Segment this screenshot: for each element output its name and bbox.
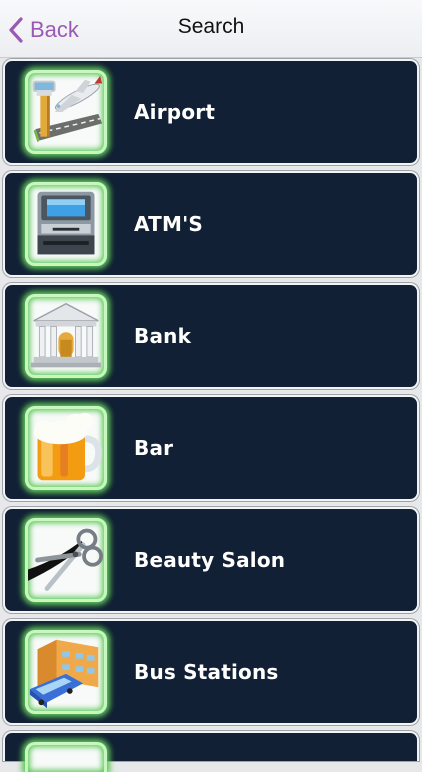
list-item-label: Beauty Salon bbox=[134, 548, 286, 572]
list-item-label: Airport bbox=[134, 100, 216, 124]
beer-mug-icon bbox=[25, 406, 107, 490]
navigation-bar: Back Search bbox=[0, 0, 422, 58]
atm-icon bbox=[25, 182, 107, 266]
bank-icon bbox=[25, 294, 107, 378]
list-item-partial[interactable] bbox=[3, 731, 419, 772]
list-item-bank[interactable]: Bank bbox=[3, 283, 419, 389]
list-item-label: ATM'S bbox=[134, 212, 203, 236]
list-item-atm[interactable]: ATM'S bbox=[3, 171, 419, 277]
category-icon bbox=[25, 742, 107, 772]
list-item-airport[interactable]: Airport bbox=[3, 59, 419, 165]
list-item-label: Bank bbox=[134, 324, 192, 348]
airport-icon bbox=[25, 70, 107, 154]
bus-station-icon bbox=[25, 630, 107, 714]
list-item-bus-stations[interactable]: Bus Stations bbox=[3, 619, 419, 725]
page-title: Search bbox=[177, 15, 245, 38]
scissors-icon bbox=[25, 518, 107, 602]
list-item-beauty-salon[interactable]: Beauty Salon bbox=[3, 507, 419, 613]
list-item-label: Bar bbox=[134, 436, 174, 460]
list-item-bar[interactable]: Bar bbox=[3, 395, 419, 501]
list-item-label: Bus Stations bbox=[134, 660, 279, 684]
